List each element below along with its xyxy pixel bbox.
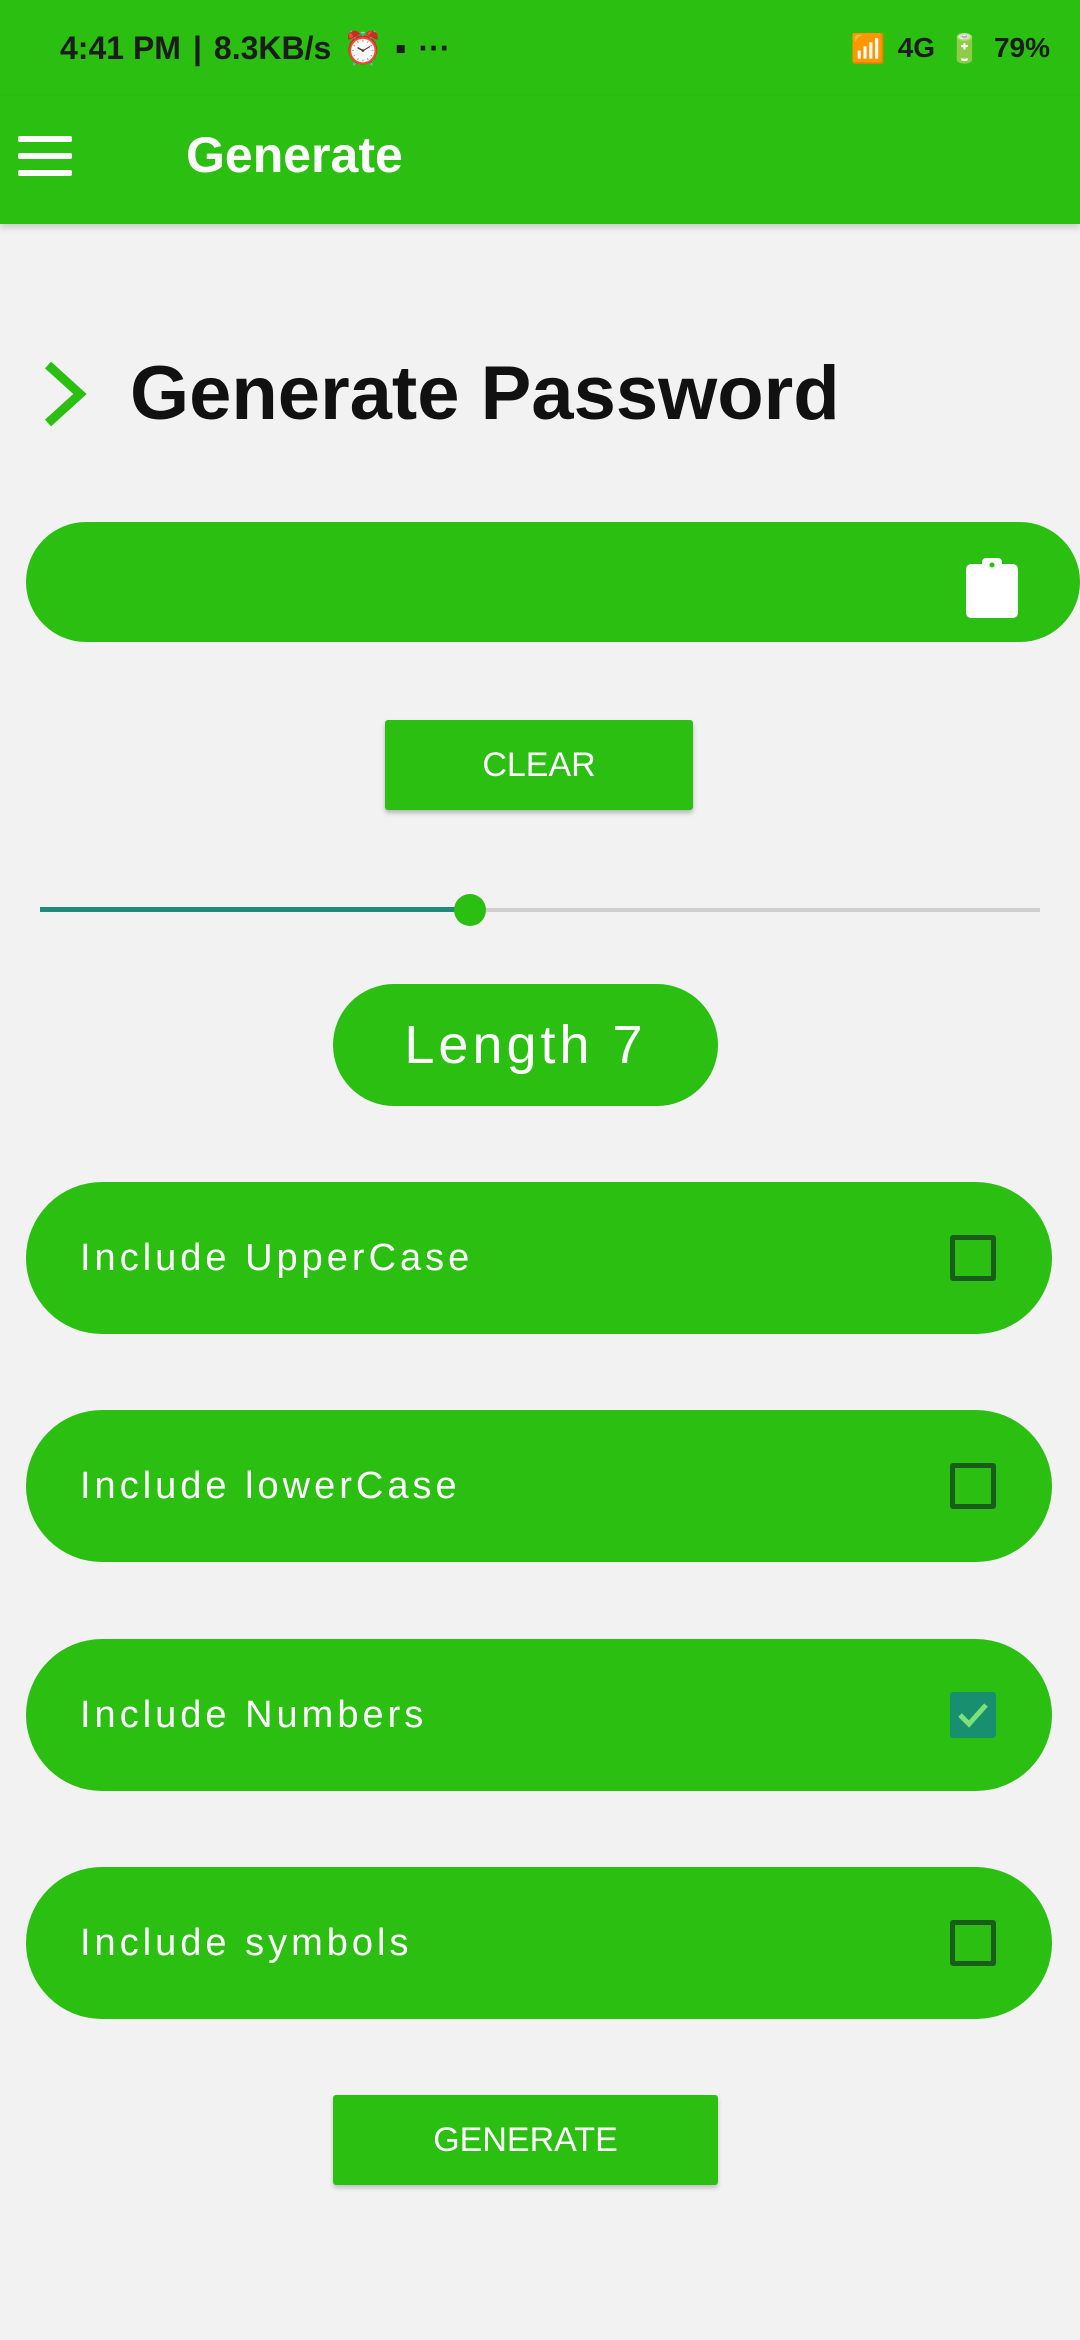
alarm-icon: ⏰ bbox=[343, 30, 384, 66]
overflow-dots: ··· bbox=[418, 29, 451, 66]
app-bar: Generate bbox=[0, 96, 1080, 224]
option-numbers[interactable]: Include Numbers bbox=[26, 1639, 1052, 1791]
option-uppercase[interactable]: Include UpperCase bbox=[26, 1182, 1052, 1334]
battery-percent: 79% bbox=[993, 32, 1050, 63]
status-bar: 4:41 PM | 8.3KB/s ⏰ ▪ ··· 📶 4G 🔋 79% bbox=[0, 0, 1080, 96]
wifi-icon: 📶 bbox=[850, 32, 886, 64]
menu-icon[interactable] bbox=[18, 136, 72, 176]
slider-fill bbox=[40, 907, 470, 912]
option-label: Include symbols bbox=[80, 1921, 413, 1964]
clipboard-icon[interactable] bbox=[960, 556, 1024, 620]
page-title: Generate Password bbox=[130, 351, 840, 436]
check-icon bbox=[958, 1703, 988, 1728]
chevron-right-icon bbox=[44, 361, 87, 426]
slider-thumb[interactable] bbox=[454, 894, 486, 926]
appbar-title: Generate bbox=[186, 127, 403, 183]
generate-button[interactable]: GENERATE bbox=[333, 2095, 718, 2185]
status-time: 4:41 PM bbox=[60, 29, 181, 66]
network-label: 4G bbox=[897, 32, 936, 63]
password-output-field[interactable] bbox=[26, 522, 1080, 642]
option-label: Include lowerCase bbox=[80, 1464, 461, 1507]
option-label: Include Numbers bbox=[80, 1693, 428, 1736]
length-slider[interactable] bbox=[40, 890, 1040, 930]
notification-icon: ▪ bbox=[395, 29, 407, 66]
clear-button[interactable]: CLEAR bbox=[385, 720, 693, 810]
uppercase-checkbox[interactable] bbox=[950, 1235, 996, 1281]
numbers-checkbox[interactable] bbox=[950, 1692, 996, 1738]
lowercase-checkbox[interactable] bbox=[950, 1463, 996, 1509]
option-label: Include UpperCase bbox=[80, 1236, 474, 1279]
section-header: Generate Password bbox=[40, 350, 840, 437]
battery-icon: 🔋 bbox=[947, 32, 982, 64]
status-speed: 8.3KB/s bbox=[213, 29, 332, 66]
option-symbols[interactable]: Include symbols bbox=[26, 1867, 1052, 2019]
option-lowercase[interactable]: Include lowerCase bbox=[26, 1410, 1052, 1562]
length-display: Length 7 bbox=[333, 984, 718, 1106]
symbols-checkbox[interactable] bbox=[950, 1920, 996, 1966]
